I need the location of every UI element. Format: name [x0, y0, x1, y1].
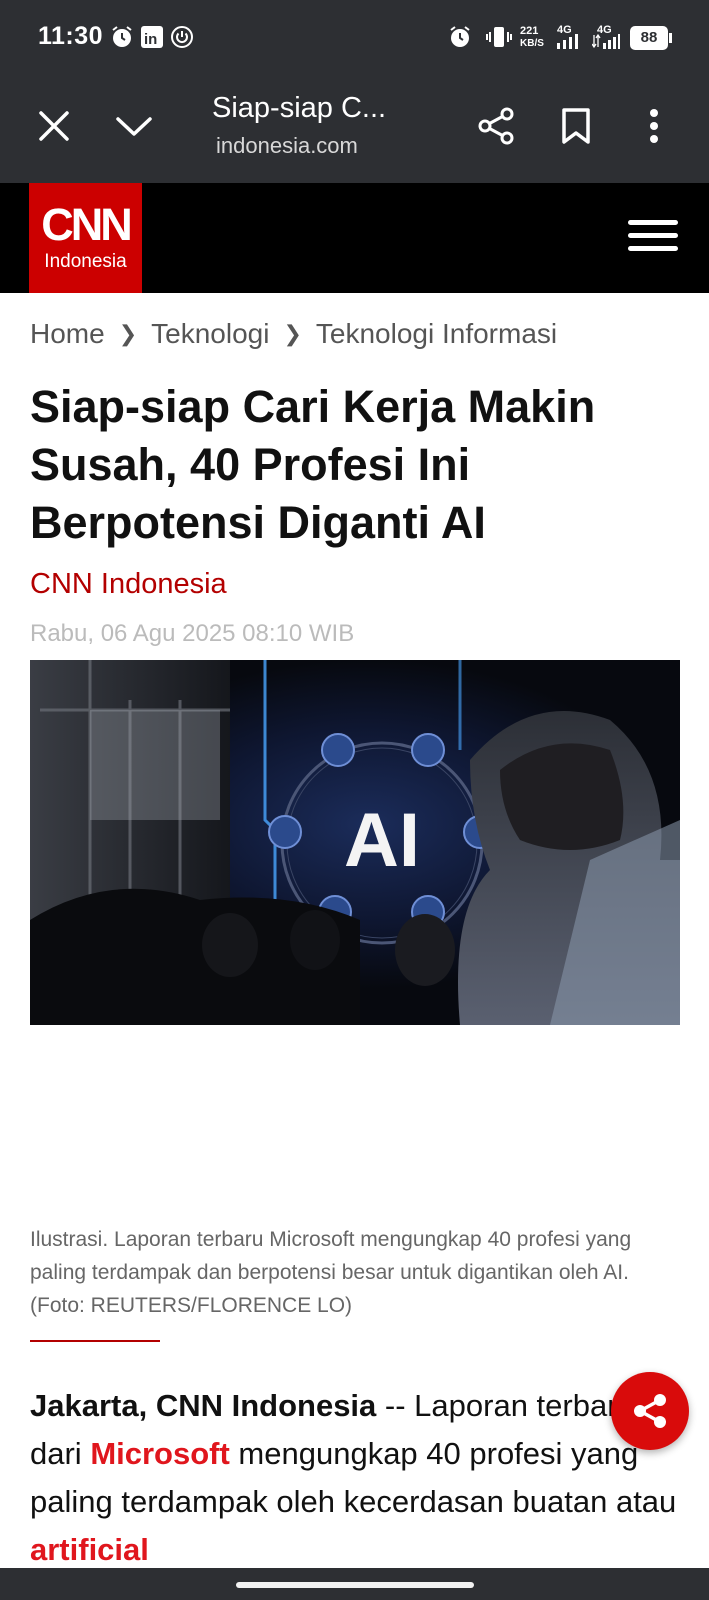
site-header: CNN Indonesia — [0, 183, 709, 293]
battery-icon: 88 — [630, 26, 672, 50]
floating-share-button[interactable] — [611, 1372, 689, 1450]
article-body: Jakarta, CNN Indonesia -- Laporan terbar… — [30, 1382, 680, 1574]
tab-page-title[interactable]: Siap-siap C... — [212, 92, 386, 125]
caption-divider — [30, 1340, 160, 1342]
svg-text:in: in — [144, 31, 157, 48]
hamburger-menu-button[interactable] — [628, 215, 678, 259]
breadcrumb: Home ❯ Teknologi ❯ Teknologi Informasi — [30, 318, 557, 350]
image-caption: Ilustrasi. Laporan terbaru Microsoft men… — [30, 1228, 632, 1317]
share-icon — [634, 1394, 666, 1428]
link-artificial[interactable]: artificial — [30, 1532, 149, 1567]
alarm-icon — [448, 24, 472, 50]
link-microsoft[interactable]: Microsoft — [90, 1436, 230, 1471]
cnn-indonesia-logo[interactable]: CNN Indonesia — [29, 183, 142, 293]
ai-illustration-photo: AI — [30, 660, 680, 1025]
more-options-button[interactable] — [624, 96, 684, 156]
chevron-right-icon: ❯ — [283, 321, 302, 346]
system-navigation-bar — [0, 1568, 709, 1600]
close-icon — [39, 111, 69, 141]
logo-sub: Indonesia — [44, 251, 127, 272]
article-date: Rabu, 06 Agu 2025 08:10 WIB — [30, 620, 355, 647]
bookmark-icon — [562, 108, 590, 144]
net-speed-value: 221 — [520, 25, 539, 37]
signal-4g-icon — [592, 33, 620, 49]
chevron-down-icon — [116, 117, 152, 136]
breadcrumb-home[interactable]: Home — [30, 318, 105, 349]
net-speed-unit: KB/S — [520, 38, 544, 49]
hero-image[interactable]: AI — [30, 660, 680, 1025]
bookmark-button[interactable] — [546, 96, 606, 156]
linkedin-icon: in — [140, 24, 164, 50]
vibrate-icon — [486, 24, 512, 50]
hamburger-icon — [628, 215, 678, 251]
minimize-button[interactable] — [104, 96, 164, 156]
close-tab-button[interactable] — [24, 96, 84, 156]
signal-4g-icon — [556, 33, 580, 49]
alarm-icon — [110, 24, 134, 50]
status-bar: 11:30 in 221 KB/S 4G 4G 88 — [0, 0, 709, 76]
breadcrumb-teknologi-informasi[interactable]: Teknologi Informasi — [316, 318, 557, 349]
article-headline: Siap-siap Cari Kerja Makin Susah, 40 Pro… — [30, 381, 596, 548]
share-icon — [478, 107, 514, 145]
browser-toolbar: Siap-siap C... indonesia.com — [0, 76, 709, 183]
chevron-right-icon: ❯ — [118, 321, 138, 346]
battery-level: 88 — [630, 26, 668, 50]
article-author[interactable]: CNN Indonesia — [30, 568, 227, 601]
logo-word: CNN — [41, 199, 133, 250]
hero-ai-text: AI — [344, 798, 420, 883]
body-dateline: Jakarta, CNN Indonesia — [30, 1388, 377, 1423]
page-domain[interactable]: indonesia.com — [216, 133, 358, 159]
more-icon — [650, 109, 658, 143]
breadcrumb-teknologi[interactable]: Teknologi — [151, 318, 269, 349]
power-icon — [170, 24, 194, 50]
home-gesture-handle[interactable] — [236, 1582, 474, 1588]
status-time: 11:30 — [38, 22, 104, 50]
share-button[interactable] — [466, 96, 526, 156]
